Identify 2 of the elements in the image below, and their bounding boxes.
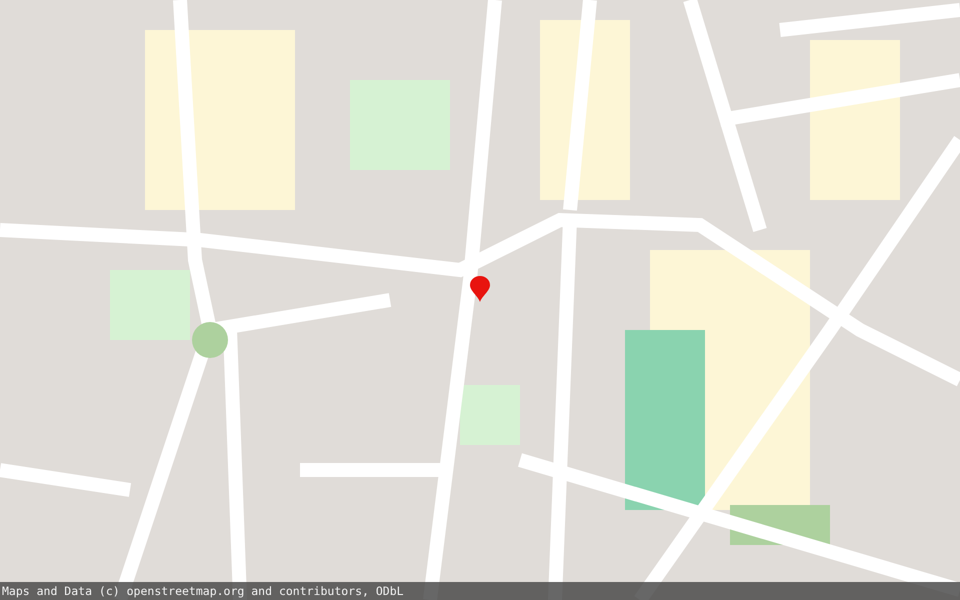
- map-pin-icon[interactable]: [470, 276, 490, 302]
- attribution-text: Maps and Data (c) openstreetmap.org and contributors, ODbL: [0, 582, 960, 600]
